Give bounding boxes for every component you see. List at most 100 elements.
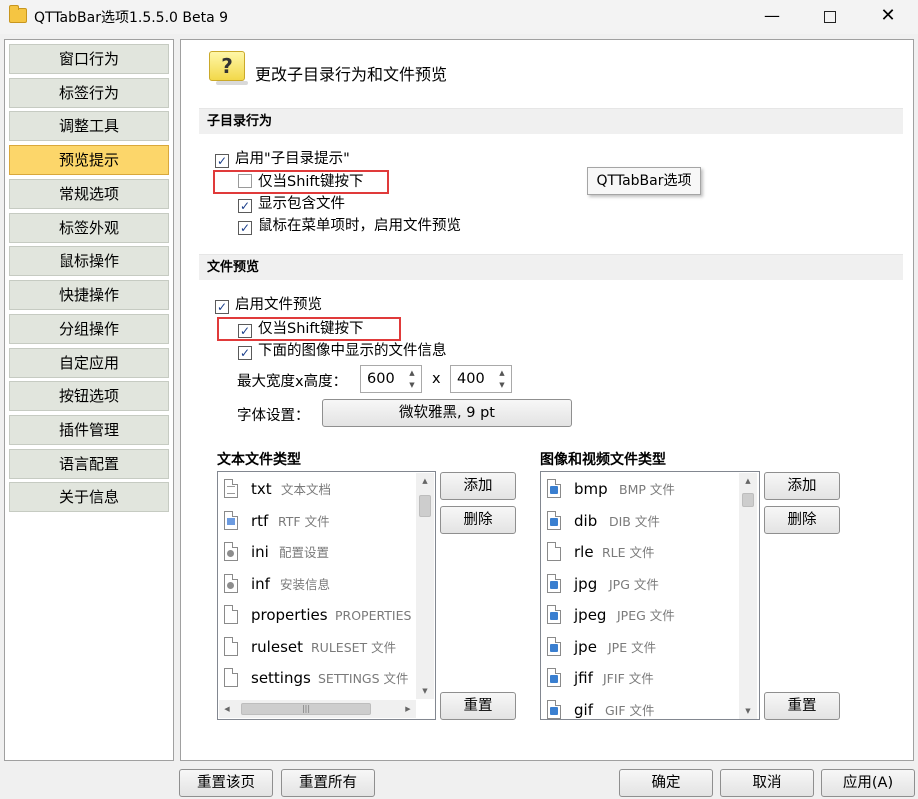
page-title: 更改子目录行为和文件预览 <box>255 65 448 84</box>
image-types-list[interactable]: bmp BMP 文件 dib DIB 文件 rle RLE 文件 jpg JPG 文件 … <box>540 471 760 720</box>
checkbox-checked-icon: ✓ <box>238 221 252 235</box>
checkbox-checked-icon: ✓ <box>238 199 252 213</box>
image-file-icon <box>547 574 561 593</box>
settings-file-icon <box>224 542 238 561</box>
sidebar-item-tab-appearance[interactable]: 标签外观 <box>9 213 169 243</box>
minimize-button[interactable]: — <box>744 0 800 34</box>
text-delete-button[interactable]: 删除 <box>440 506 516 534</box>
list-item[interactable]: gif GIF 文件 <box>547 699 737 719</box>
checkbox-unchecked-icon <box>238 174 252 188</box>
sidebar-item-general[interactable]: 常规选项 <box>9 179 169 209</box>
image-file-icon <box>547 668 561 687</box>
list-item[interactable]: rtf RTF 文件 <box>224 510 414 534</box>
apply-button[interactable]: 应用(A) <box>821 769 915 797</box>
size-separator: x <box>432 371 441 387</box>
sidebar-item-groups[interactable]: 分组操作 <box>9 314 169 344</box>
scroll-right-icon[interactable]: ▶ <box>400 700 416 718</box>
scroll-up-icon[interactable]: ▲ <box>416 473 434 489</box>
image-file-icon <box>547 479 561 498</box>
blank-file-icon <box>224 637 238 656</box>
show-file-info-checkbox[interactable]: ✓ 下面的图像中显示的文件信息 <box>238 341 447 361</box>
list-item[interactable]: dib DIB 文件 <box>547 510 737 534</box>
text-types-list[interactable]: txt 文本文档 rtf RTF 文件 ini 配置设置 inf 安装信息 proper… <box>217 471 436 720</box>
sidebar-item-about[interactable]: 关于信息 <box>9 482 169 512</box>
image-delete-button[interactable]: 删除 <box>764 506 840 534</box>
scrollbar-thumb[interactable]: ||| <box>241 703 371 715</box>
checkbox-checked-icon: ✓ <box>238 324 252 338</box>
enable-subdir-tips-checkbox[interactable]: ✓ 启用"子目录提示" <box>215 149 350 169</box>
sidebar-item-window-behavior[interactable]: 窗口行为 <box>9 44 169 74</box>
font-settings-button[interactable]: 微软雅黑, 9 pt <box>322 399 572 427</box>
preview-section-header: 文件预览 <box>199 254 903 280</box>
close-button[interactable]: ✕ <box>860 0 916 34</box>
stepper-down-icon[interactable]: ▼ <box>404 379 420 391</box>
subdir-section-header: 子目录行为 <box>199 108 903 134</box>
list-item[interactable]: jpg JPG 文件 <box>547 573 737 597</box>
list-item[interactable]: ini 配置设置 <box>224 541 414 565</box>
sidebar-item-tab-behavior[interactable]: 标签行为 <box>9 78 169 108</box>
text-reset-button[interactable]: 重置 <box>440 692 516 720</box>
reset-all-button[interactable]: 重置所有 <box>281 769 375 797</box>
stepper-up-icon[interactable]: ▲ <box>404 367 420 379</box>
list-item[interactable]: jpeg JPEG 文件 <box>547 604 737 628</box>
sidebar-item-apps[interactable]: 自定应用 <box>9 348 169 378</box>
scroll-up-icon[interactable]: ▲ <box>739 473 757 489</box>
list-item[interactable]: jfif JFIF 文件 <box>547 667 737 691</box>
list-item[interactable]: settings SETTINGS 文件 <box>224 667 414 691</box>
checkbox-checked-icon: ✓ <box>238 346 252 360</box>
sidebar-item-language[interactable]: 语言配置 <box>9 449 169 479</box>
scrollbar-thumb[interactable] <box>742 493 754 507</box>
scroll-down-icon[interactable]: ▼ <box>739 703 757 719</box>
question-icon: ? <box>209 51 248 85</box>
width-stepper[interactable]: 600 ▲ ▼ <box>360 365 422 393</box>
menu-preview-checkbox[interactable]: ✓ 鼠标在菜单项时，启用文件预览 <box>238 216 461 236</box>
sidebar-item-mouse[interactable]: 鼠标操作 <box>9 246 169 276</box>
settings-panel: ? 更改子目录行为和文件预览 子目录行为 ✓ 启用"子目录提示" 仅当Shift键… <box>180 39 914 761</box>
list-item[interactable]: ruleset RULESET 文件 <box>224 636 414 660</box>
horizontal-scrollbar[interactable]: ◀ ||| ▶ <box>219 700 416 718</box>
list-item[interactable]: properties PROPERTIES <box>224 604 414 628</box>
vertical-scrollbar[interactable]: ▲ ▼ <box>416 473 434 699</box>
maximize-button[interactable] <box>802 0 858 34</box>
checkbox-checked-icon: ✓ <box>215 154 229 168</box>
sidebar-item-buttons[interactable]: 按钮选项 <box>9 381 169 411</box>
list-item[interactable]: txt 文本文档 <box>224 478 414 502</box>
text-add-button[interactable]: 添加 <box>440 472 516 500</box>
sidebar-item-plugins[interactable]: 插件管理 <box>9 415 169 445</box>
list-item[interactable]: inf 安装信息 <box>224 573 414 597</box>
image-file-icon <box>547 605 561 624</box>
font-label: 字体设置： <box>237 408 310 424</box>
image-add-button[interactable]: 添加 <box>764 472 840 500</box>
stepper-up-icon[interactable]: ▲ <box>494 367 510 379</box>
scrollbar-thumb[interactable] <box>419 495 431 517</box>
sidebar-item-preview-tips[interactable]: 预览提示 <box>9 145 169 175</box>
document-icon <box>224 479 238 498</box>
sidebar-item-shortcuts[interactable]: 快捷操作 <box>9 280 169 310</box>
checkbox-checked-icon: ✓ <box>215 300 229 314</box>
height-stepper[interactable]: 400 ▲ ▼ <box>450 365 512 393</box>
enable-preview-checkbox[interactable]: ✓ 启用文件预览 <box>215 295 322 315</box>
image-types-title: 图像和视频文件类型 <box>540 452 666 468</box>
blank-file-icon <box>547 542 561 561</box>
blank-file-icon <box>224 668 238 687</box>
list-item[interactable]: jpe JPE 文件 <box>547 636 737 660</box>
settings-file-icon <box>224 574 238 593</box>
show-files-checkbox[interactable]: ✓ 显示包含文件 <box>238 194 345 214</box>
reset-page-button[interactable]: 重置该页 <box>179 769 273 797</box>
scroll-left-icon[interactable]: ◀ <box>219 700 235 718</box>
sidebar: 窗口行为 标签行为 调整工具 预览提示 常规选项 标签外观 鼠标操作 快捷操作 … <box>4 39 174 761</box>
vertical-scrollbar[interactable]: ▲ ▼ <box>739 473 757 719</box>
sidebar-item-tweaks[interactable]: 调整工具 <box>9 111 169 141</box>
image-file-icon <box>547 637 561 656</box>
scroll-down-icon[interactable]: ▼ <box>416 683 434 699</box>
preview-shift-only-checkbox[interactable]: ✓ 仅当Shift键按下 <box>238 319 363 339</box>
ok-button[interactable]: 确定 <box>619 769 713 797</box>
window-title: QTTabBar选项1.5.5.0 Beta 9 <box>34 10 229 26</box>
list-item[interactable]: rle RLE 文件 <box>547 541 737 565</box>
list-item[interactable]: bmp BMP 文件 <box>547 478 737 502</box>
image-reset-button[interactable]: 重置 <box>764 692 840 720</box>
subdir-shift-only-checkbox[interactable]: 仅当Shift键按下 <box>238 172 363 192</box>
title-bar: QTTabBar选项1.5.5.0 Beta 9 — ✕ <box>0 0 918 34</box>
cancel-button[interactable]: 取消 <box>720 769 814 797</box>
stepper-down-icon[interactable]: ▼ <box>494 379 510 391</box>
